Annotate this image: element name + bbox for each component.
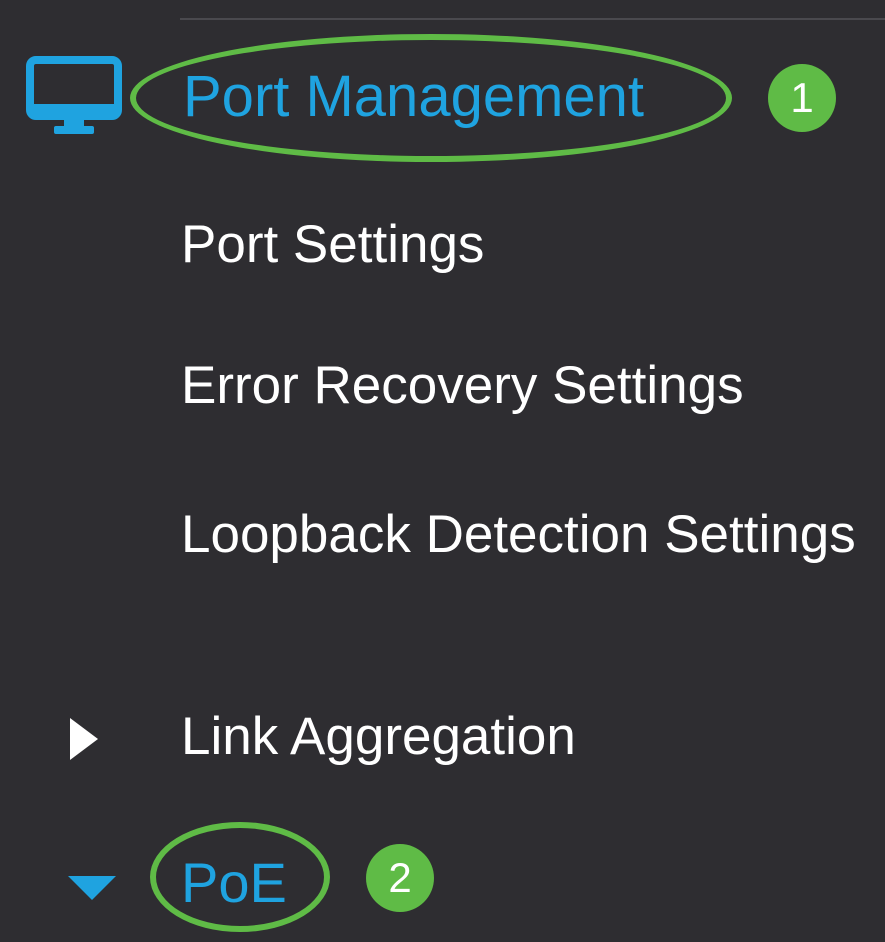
menu-item-loopback-detection-settings[interactable]: Loopback Detection Settings <box>181 504 861 566</box>
top-divider <box>180 18 885 20</box>
step-badge-1: 1 <box>768 64 836 132</box>
menu-item-port-settings[interactable]: Port Settings <box>181 214 484 276</box>
caret-down-icon[interactable] <box>66 872 118 902</box>
menu-item-link-aggregation[interactable]: Link Aggregation <box>181 706 576 768</box>
menu-item-error-recovery-settings[interactable]: Error Recovery Settings <box>181 355 744 417</box>
caret-right-icon[interactable] <box>64 714 102 764</box>
monitor-icon <box>26 56 122 136</box>
menu-item-poe[interactable]: PoE <box>181 850 287 916</box>
step-badge-2: 2 <box>366 844 434 912</box>
port-management-link[interactable]: Port Management <box>183 62 644 132</box>
